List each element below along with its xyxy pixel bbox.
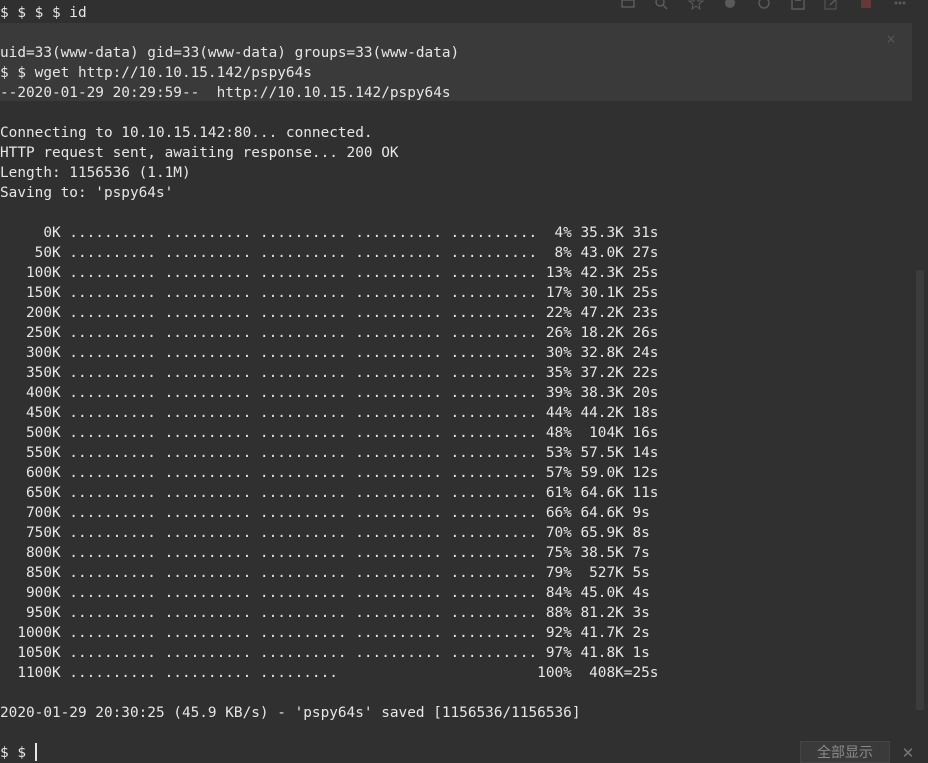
terminal-line: 350K .......... .......... .......... ..… <box>0 363 912 383</box>
terminal-line: 250K .......... .......... .......... ..… <box>0 323 912 343</box>
terminal-line-text: 950K .......... .......... .......... ..… <box>0 605 650 621</box>
scrollbar[interactable] <box>912 0 928 763</box>
terminal-line-text: 900K .......... .......... .......... ..… <box>0 585 650 601</box>
terminal-line: 600K .......... .......... .......... ..… <box>0 463 912 483</box>
terminal-line-text: --2020-01-29 20:29:59-- http://10.10.15.… <box>0 85 451 101</box>
terminal-line: 1000K .......... .......... .......... .… <box>0 623 912 643</box>
terminal-line-text: 2020-01-29 20:30:25 (45.9 KB/s) - 'pspy6… <box>0 705 581 721</box>
terminal-line: $ $ wget http://10.10.15.142/pspy64s <box>0 63 912 83</box>
terminal-line-text: 650K .......... .......... .......... ..… <box>0 485 659 501</box>
terminal-line-text: 350K .......... .......... .......... ..… <box>0 365 659 381</box>
terminal-line-text: $ $ wget http://10.10.15.142/pspy64s <box>0 65 312 81</box>
terminal-line: 800K .......... .......... .......... ..… <box>0 543 912 563</box>
terminal-line-text: 150K .......... .......... .......... ..… <box>0 285 659 301</box>
terminal-line: 450K .......... .......... .......... ..… <box>0 403 912 423</box>
terminal-line: Saving to: 'pspy64s' <box>0 183 912 203</box>
terminal-line: 550K .......... .......... .......... ..… <box>0 443 912 463</box>
terminal-line: 150K .......... .......... .......... ..… <box>0 283 912 303</box>
terminal-line-text: 200K .......... .......... .......... ..… <box>0 305 659 321</box>
terminal-line: 750K .......... .......... .......... ..… <box>0 523 912 543</box>
terminal-line-text: Length: 1156536 (1.1M) <box>0 165 191 181</box>
terminal-line-text: 1050K .......... .......... .......... .… <box>0 645 650 661</box>
terminal-line: 500K .......... .......... .......... ..… <box>0 423 912 443</box>
terminal-line-text: 850K .......... .......... .......... ..… <box>0 565 650 581</box>
terminal-line: 0K .......... .......... .......... ....… <box>0 223 912 243</box>
terminal-line-text: 400K .......... .......... .......... ..… <box>0 385 659 401</box>
terminal-line-text: 1100K .......... .......... ......... 10… <box>0 665 659 681</box>
text-cursor <box>34 743 37 761</box>
terminal-line: 650K .......... .......... .......... ..… <box>0 483 912 503</box>
terminal-line-text: HTTP request sent, awaiting response... … <box>0 145 399 161</box>
terminal-line-text: 0K .......... .......... .......... ....… <box>0 225 659 241</box>
terminal-line-text: Saving to: 'pspy64s' <box>0 185 174 201</box>
terminal-line-text: 800K .......... .......... .......... ..… <box>0 545 650 561</box>
terminal-window[interactable]: × $ $ $ $ id uid=33(www-data) gid=33(www-… <box>0 0 928 763</box>
terminal-line: $ $ $ $ id <box>0 3 912 23</box>
terminal-line-text: 600K .......... .......... .......... ..… <box>0 465 659 481</box>
scrollbar-thumb[interactable] <box>916 270 924 710</box>
terminal-line-text: 250K .......... .......... .......... ..… <box>0 325 659 341</box>
terminal-output: $ $ $ $ id uid=33(www-data) gid=33(www-da… <box>0 3 912 763</box>
terminal-line-text: $ $ <box>0 745 35 761</box>
terminal-line-text: 500K .......... .......... .......... ..… <box>0 425 659 441</box>
terminal-line: 2020-01-29 20:30:25 (45.9 KB/s) - 'pspy6… <box>0 703 912 723</box>
terminal-line: 1100K .......... .......... ......... 10… <box>0 663 912 683</box>
terminal-line-text: 100K .......... .......... .......... ..… <box>0 265 659 281</box>
terminal-line-text: uid=33(www-data) gid=33(www-data) groups… <box>0 45 460 61</box>
terminal-line-text: 700K .......... .......... .......... ..… <box>0 505 650 521</box>
terminal-line: 50K .......... .......... .......... ...… <box>0 243 912 263</box>
terminal-line: Length: 1156536 (1.1M) <box>0 163 912 183</box>
terminal-line: uid=33(www-data) gid=33(www-data) groups… <box>0 43 912 63</box>
terminal-line-text: 550K .......... .......... .......... ..… <box>0 445 659 461</box>
terminal-line-text: 750K .......... .......... .......... ..… <box>0 525 650 541</box>
terminal-line-text: 450K .......... .......... .......... ..… <box>0 405 659 421</box>
terminal-line: 700K .......... .......... .......... ..… <box>0 503 912 523</box>
terminal-line: 200K .......... .......... .......... ..… <box>0 303 912 323</box>
terminal-line: 950K .......... .......... .......... ..… <box>0 603 912 623</box>
terminal-line: $ $ <box>0 743 912 763</box>
terminal-line: 300K .......... .......... .......... ..… <box>0 343 912 363</box>
terminal-line: 850K .......... .......... .......... ..… <box>0 563 912 583</box>
terminal-line-text: Connecting to 10.10.15.142:80... connect… <box>0 125 373 141</box>
show-all-button[interactable]: 全部显示 <box>800 741 890 763</box>
terminal-line-text: 50K .......... .......... .......... ...… <box>0 245 659 261</box>
terminal-line: Connecting to 10.10.15.142:80... connect… <box>0 123 912 143</box>
terminal-line: HTTP request sent, awaiting response... … <box>0 143 912 163</box>
terminal-line-text: 300K .......... .......... .......... ..… <box>0 345 659 361</box>
bottom-bar-close-button[interactable]: ✕ <box>898 743 918 763</box>
terminal-line: 900K .......... .......... .......... ..… <box>0 583 912 603</box>
terminal-line-text: $ $ $ $ id <box>0 5 87 21</box>
terminal-line: 1050K .......... .......... .......... .… <box>0 643 912 663</box>
terminal-line: 400K .......... .......... .......... ..… <box>0 383 912 403</box>
terminal-line: 100K .......... .......... .......... ..… <box>0 263 912 283</box>
terminal-line-text: 1000K .......... .......... .......... .… <box>0 625 650 641</box>
terminal-line: --2020-01-29 20:29:59-- http://10.10.15.… <box>0 83 912 103</box>
